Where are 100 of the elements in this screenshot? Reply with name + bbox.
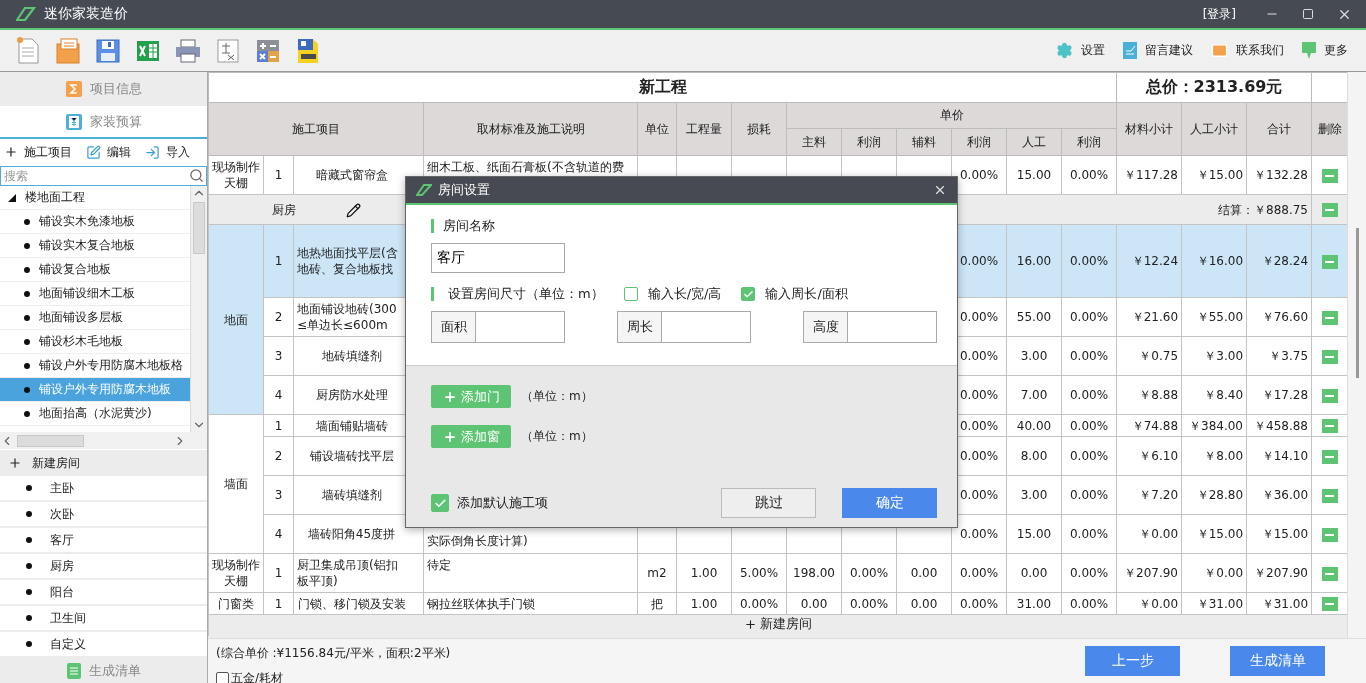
toolbar-button[interactable]: 施工项目 (4, 143, 72, 161)
column-header: 取材标准及施工说明 (423, 102, 638, 156)
input-field[interactable] (848, 311, 937, 343)
table-cell: ￥3.75 (1246, 336, 1312, 376)
table-cell: 0.00% (1061, 375, 1117, 415)
checkbox[interactable] (623, 287, 638, 301)
search-icon (189, 168, 204, 183)
scrollbar[interactable] (1347, 72, 1366, 638)
toolbar-button[interactable]: 导入 (145, 143, 190, 161)
group-cell: 现场制作天棚 (208, 553, 264, 593)
room-item[interactable]: 次卧 (0, 502, 207, 528)
table-cell: ￥458.88 (1246, 414, 1312, 437)
scroll-thumb[interactable] (1355, 228, 1359, 378)
table-cell: 40.00 (1006, 414, 1062, 437)
add-room-link[interactable]: 新建房间 (744, 616, 812, 632)
room-item[interactable]: 客厅 (0, 528, 207, 554)
table-cell: ￥3.00 (1181, 336, 1247, 376)
delete-button[interactable] (1321, 597, 1338, 611)
table-cell: ￥132.28 (1246, 155, 1312, 195)
table-cell: ￥15.00 (1181, 155, 1247, 195)
total-price: 总价：2313.69元 (1116, 72, 1312, 103)
dialog-button[interactable]: 跳过 (721, 488, 816, 518)
delete-button[interactable] (1321, 310, 1338, 325)
input-field[interactable]: 客厅 (431, 243, 565, 273)
table-cell: 0.00 (786, 592, 842, 615)
login-link[interactable]: [登录] (1202, 5, 1236, 23)
search-field[interactable]: 搜索 (0, 166, 207, 186)
toolbar-link[interactable]: 联系我们 (1211, 42, 1284, 59)
close-icon[interactable] (933, 183, 947, 197)
table-cell: ￥0.00 (1116, 592, 1182, 615)
checkbox-label: 添加默认施工项 (457, 494, 548, 512)
input-field[interactable] (476, 311, 565, 343)
column-header: 人工小计 (1181, 102, 1247, 156)
scroll-thumb[interactable] (17, 434, 84, 447)
delete-button[interactable] (1321, 349, 1338, 364)
table-cell: 0.00% (951, 592, 1007, 615)
document-icon[interactable] (214, 36, 242, 65)
table-cell: ￥74.88 (1116, 414, 1182, 437)
table-cell: 16.00 (1006, 224, 1062, 298)
logo-icon (16, 7, 36, 21)
table-cell: 1 (263, 553, 294, 593)
table-cell[interactable]: 门锁、移门锁及安装 (293, 592, 424, 615)
horizontal-scrollbar[interactable] (0, 432, 207, 449)
new-room-button[interactable]: 新建房间 (0, 450, 207, 476)
delete-button[interactable] (1321, 203, 1338, 217)
table-cell: 把 (637, 592, 677, 615)
plus-icon (4, 145, 18, 159)
delete-button[interactable] (1321, 449, 1338, 464)
edit-icon (86, 144, 101, 160)
table-cell: ￥8.88 (1116, 375, 1182, 415)
room-name: 厨房 (271, 202, 296, 217)
checkbox[interactable] (216, 672, 229, 683)
room-item[interactable]: 厨房 (0, 554, 207, 580)
delete-button[interactable] (1321, 168, 1338, 183)
room-item[interactable]: 卫生间 (0, 606, 207, 632)
delete-button[interactable] (1321, 527, 1338, 542)
toolbar-link[interactable]: 设置 (1056, 42, 1105, 59)
delete-button[interactable] (1321, 388, 1338, 403)
table-cell[interactable]: 厨卫集成吊顶(铝扣板平顶) (293, 553, 424, 593)
new-document-icon[interactable] (14, 36, 42, 65)
table-cell: 0.00% (1061, 592, 1117, 615)
toolbar-link[interactable]: 留言建议 (1123, 42, 1193, 59)
checkbox-label: 输入周长/面积 (765, 285, 848, 303)
delete-button[interactable] (1321, 566, 1338, 581)
table-cell: ￥14.10 (1246, 436, 1312, 476)
checkbox[interactable] (741, 287, 756, 301)
table-cell: ￥12.24 (1116, 224, 1182, 298)
table-cell: 1 (263, 224, 294, 298)
plus-icon (442, 389, 457, 404)
table-cell: 1 (263, 414, 294, 437)
table-cell: 0.00% (841, 592, 897, 615)
table-cell: ￥31.00 (1246, 592, 1312, 615)
scroll-thumb[interactable] (193, 202, 205, 254)
table-cell: 55.00 (1006, 297, 1062, 337)
column-header: 材料小计 (1116, 102, 1182, 156)
field-label: 高度 (803, 311, 848, 343)
printer-icon[interactable] (174, 36, 202, 65)
delete-button[interactable] (1321, 488, 1338, 503)
toolbar-link[interactable]: 更多 (1302, 42, 1348, 59)
input-field[interactable] (662, 311, 751, 343)
table-cell: 0.00% (1061, 514, 1117, 554)
expand-triangle-icon (8, 193, 16, 202)
table-cell: ￥31.00 (1181, 592, 1247, 615)
checkbox[interactable] (431, 494, 449, 512)
scrollbar[interactable] (190, 186, 207, 432)
table-cell: ￥0.75 (1116, 336, 1182, 376)
toolbar-button[interactable]: 编辑 (86, 143, 131, 161)
column-header: 施工项目 (208, 102, 424, 156)
save-icon[interactable] (94, 36, 122, 65)
edit-icon[interactable] (345, 202, 361, 218)
import-icon (145, 144, 160, 160)
room-item[interactable]: 主卧 (0, 476, 207, 502)
table-cell: ￥28.80 (1181, 475, 1247, 515)
table-cell: 3 (263, 475, 294, 515)
delete-button[interactable] (1321, 419, 1338, 433)
unit-note: （单位：m） (521, 388, 593, 405)
folder-icon[interactable] (54, 36, 82, 65)
table-cell: 0.00% (1061, 436, 1117, 476)
room-item[interactable]: 阳台 (0, 580, 207, 606)
delete-button[interactable] (1321, 254, 1338, 269)
